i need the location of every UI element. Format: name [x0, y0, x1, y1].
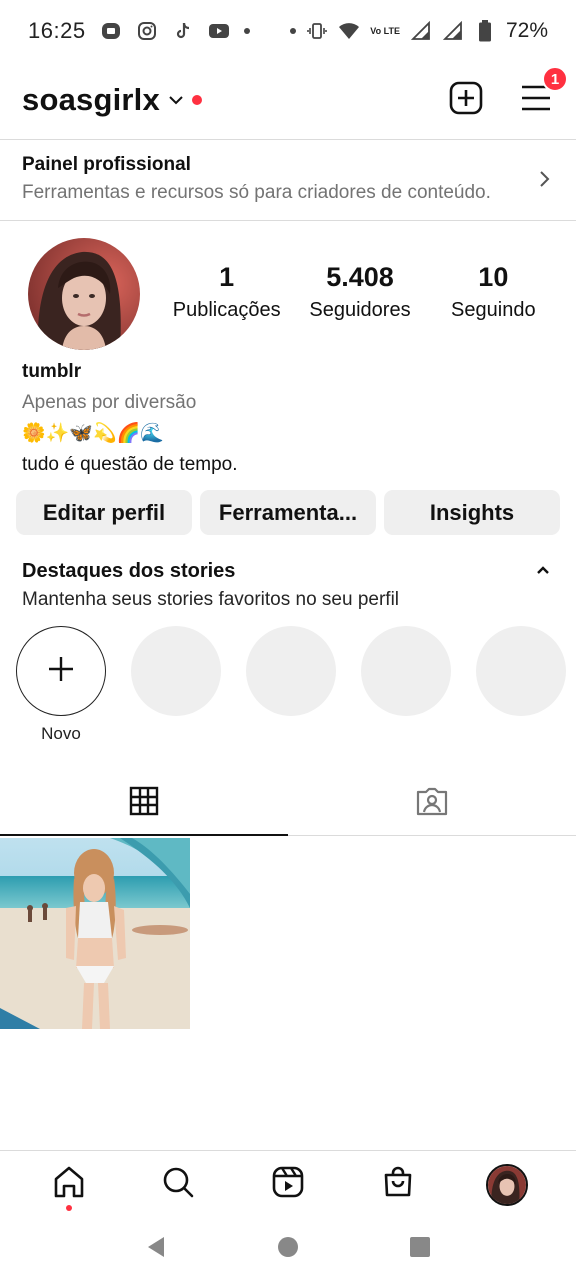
status-bar: 16:25 Vo LTE 72%	[0, 0, 576, 62]
plus-icon	[46, 654, 76, 689]
divider	[0, 220, 576, 221]
display-name: tumblr	[22, 361, 82, 382]
post-thumbnail[interactable]	[0, 838, 190, 1029]
recents-icon	[409, 1236, 431, 1263]
username[interactable]: soasgirlx	[22, 82, 160, 118]
nav-shop[interactable]	[370, 1157, 426, 1213]
instagram-icon	[136, 20, 158, 42]
status-time: 16:25	[28, 18, 86, 43]
youtube-icon	[208, 20, 230, 42]
profile-bio: tumblr Apenas por diversão 🌼✨🦋💫🌈🌊 tudo é…	[22, 356, 554, 480]
stat-label: Publicações	[172, 299, 281, 321]
media-icon	[100, 20, 122, 42]
battery-level: 72%	[505, 19, 548, 42]
tagged-icon	[416, 786, 448, 821]
signal-icon	[442, 20, 464, 42]
highlights-header: Destaques dos stories Mantenha seus stor…	[22, 560, 554, 611]
stat-following[interactable]: 10 Seguindo	[427, 262, 560, 322]
grid-icon	[129, 786, 159, 821]
stat-label: Seguidores	[309, 299, 411, 321]
back-button[interactable]	[136, 1229, 176, 1269]
new-highlight-label: Novo	[41, 724, 81, 743]
chevron-down-icon[interactable]	[168, 93, 184, 111]
nav-home[interactable]	[41, 1157, 97, 1213]
volte-indicator: Vo LTE	[370, 25, 400, 36]
bio-emojis: 🌼✨🦋💫🌈🌊	[22, 423, 164, 444]
vibrate-icon	[306, 20, 328, 42]
highlight-circle	[361, 626, 451, 716]
menu-button[interactable]: 1	[518, 66, 568, 118]
nav-search[interactable]	[150, 1157, 206, 1213]
stat-followers[interactable]: 5.408 Seguidores	[293, 262, 426, 322]
notification-dot	[243, 28, 250, 34]
menu-notification-badge: 1	[542, 66, 568, 92]
highlight-placeholder	[361, 626, 451, 744]
new-highlight[interactable]: Novo	[16, 626, 106, 744]
system-home-button[interactable]	[268, 1229, 308, 1269]
new-post-button[interactable]	[448, 81, 484, 120]
tab-tagged[interactable]	[288, 772, 576, 835]
profile-actions: Editar perfil Ferramenta... Insights	[16, 490, 560, 535]
highlights-row: Novo	[16, 626, 576, 744]
insights-button[interactable]: Insights	[384, 490, 560, 535]
stat-value: 10	[478, 262, 509, 292]
highlight-placeholder	[131, 626, 221, 744]
highlight-placeholder	[246, 626, 336, 744]
profile-header: soasgirlx 1	[0, 62, 576, 138]
highlights-subtitle: Mantenha seus stories favoritos no seu p…	[22, 589, 400, 610]
stat-posts[interactable]: 1 Publicações	[160, 262, 293, 322]
wifi-icon	[338, 20, 360, 42]
home-circle-icon	[277, 1236, 299, 1263]
chevron-right-icon	[538, 170, 550, 193]
notification-dot	[290, 28, 297, 34]
profile-avatar[interactable]	[28, 238, 140, 350]
tiktok-icon	[172, 20, 194, 42]
account-notification-dot	[191, 95, 202, 105]
reels-icon	[271, 1165, 305, 1204]
recents-button[interactable]	[400, 1229, 440, 1269]
stat-label: Seguindo	[451, 299, 536, 321]
profile-tabs	[0, 772, 576, 836]
highlight-circle	[246, 626, 336, 716]
signal-icon	[410, 20, 432, 42]
professional-dashboard-link[interactable]: Painel profissional Ferramentas e recurs…	[0, 140, 576, 220]
home-notification-dot	[65, 1204, 72, 1211]
search-icon	[161, 1165, 195, 1204]
tab-grid[interactable]	[0, 772, 288, 836]
new-post-icon	[449, 81, 483, 120]
stat-value: 1	[219, 262, 235, 292]
back-icon	[144, 1235, 168, 1264]
system-navigation	[0, 1218, 576, 1280]
tools-button[interactable]: Ferramenta...	[200, 490, 376, 535]
home-icon	[52, 1165, 86, 1204]
highlight-placeholder	[476, 626, 566, 744]
highlight-circle	[131, 626, 221, 716]
edit-profile-button[interactable]: Editar perfil	[16, 490, 192, 535]
profile-stats: 1 Publicações 5.408 Seguidores 10 Seguin…	[160, 262, 560, 322]
nav-profile[interactable]	[479, 1157, 535, 1213]
nav-reels[interactable]	[260, 1157, 316, 1213]
profile-category: Apenas por diversão	[22, 392, 197, 413]
bio-text: tudo é questão de tempo.	[22, 454, 238, 475]
pro-panel-title: Painel profissional	[22, 154, 191, 175]
highlights-title: Destaques dos stories	[22, 560, 236, 582]
profile-avatar	[486, 1163, 529, 1206]
new-highlight-button[interactable]	[16, 626, 106, 716]
pro-panel-subtitle: Ferramentas e recursos só para criadores…	[22, 182, 491, 203]
bottom-navigation	[0, 1150, 576, 1218]
battery-icon	[474, 20, 496, 42]
stat-value: 5.408	[326, 262, 394, 292]
highlight-circle	[476, 626, 566, 716]
chevron-up-icon[interactable]	[536, 562, 550, 580]
shop-icon	[381, 1165, 415, 1204]
